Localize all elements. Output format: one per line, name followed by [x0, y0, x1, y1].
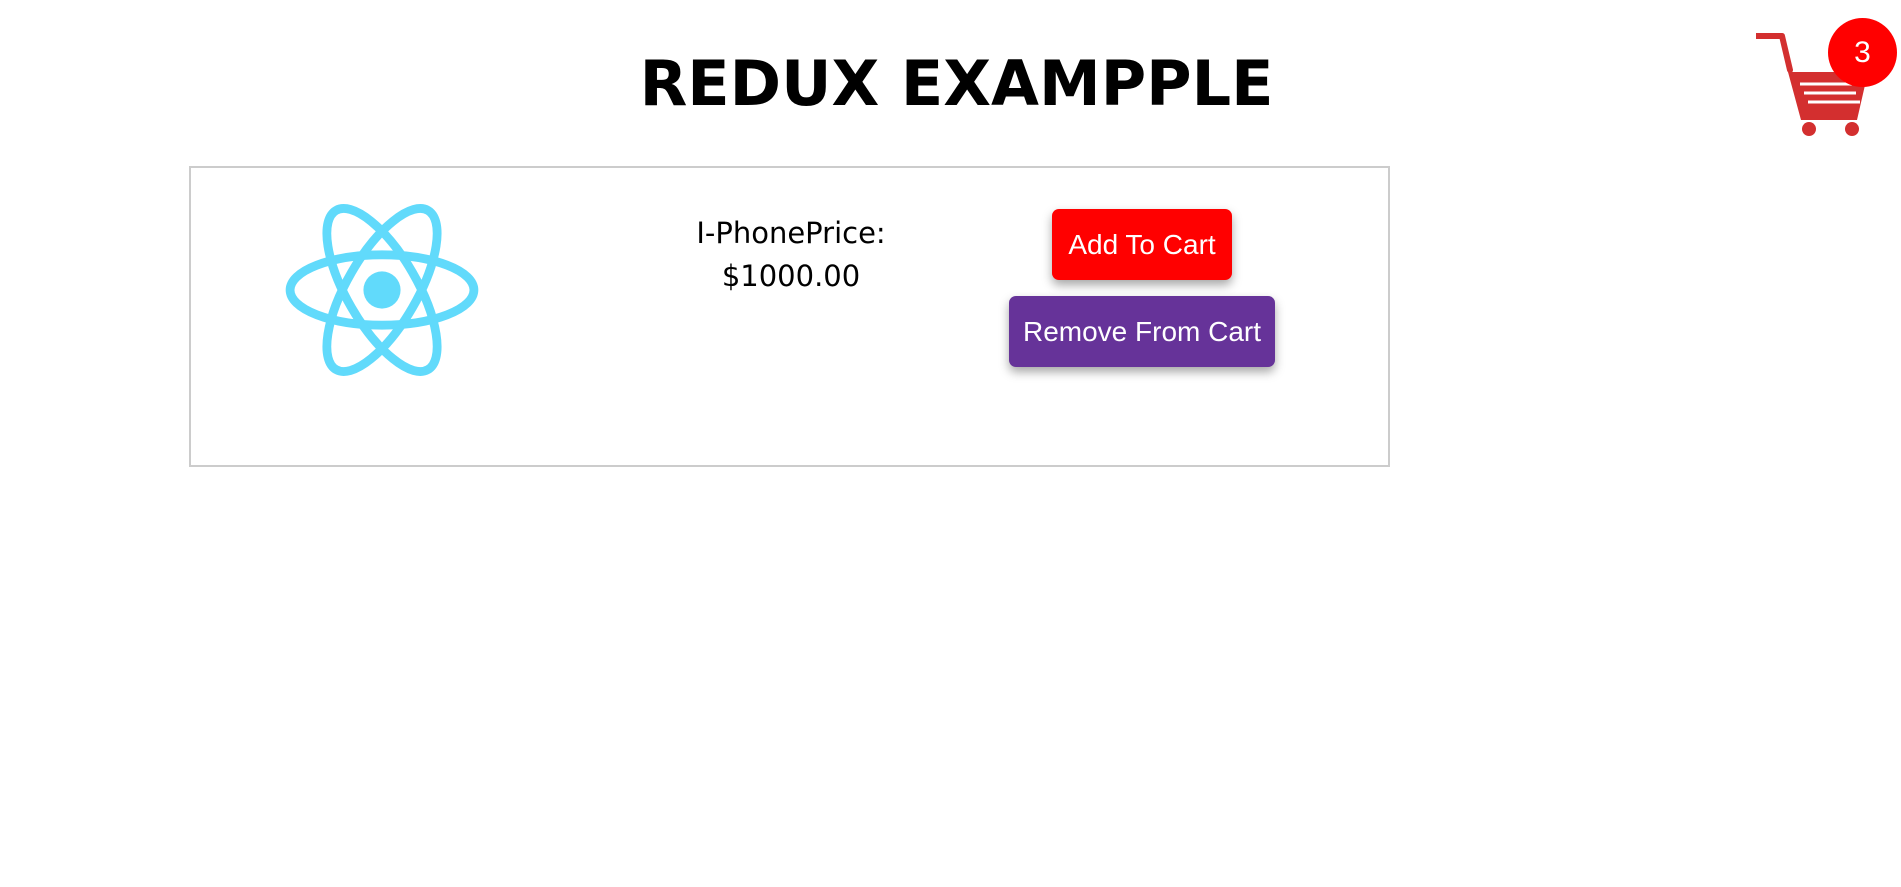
remove-from-cart-button[interactable]: Remove From Cart	[1009, 296, 1275, 367]
page: REDUX EXAMPPLE 3 I-PhonePrice: $1000.00 …	[0, 0, 1901, 887]
product-info: I-PhonePrice: $1000.00	[641, 212, 941, 298]
add-to-cart-button[interactable]: Add To Cart	[1052, 209, 1232, 280]
react-logo-icon	[285, 204, 479, 376]
cart-widget[interactable]: 3	[1756, 18, 1901, 138]
product-price: $1000.00	[721, 259, 861, 293]
cart-count-badge: 3	[1828, 18, 1897, 87]
page-title: REDUX EXAMPPLE	[639, 47, 1274, 120]
product-name-price-label: I-PhonePrice:	[696, 216, 886, 250]
product-card: I-PhonePrice: $1000.00 Add To Cart Remov…	[189, 166, 1390, 467]
